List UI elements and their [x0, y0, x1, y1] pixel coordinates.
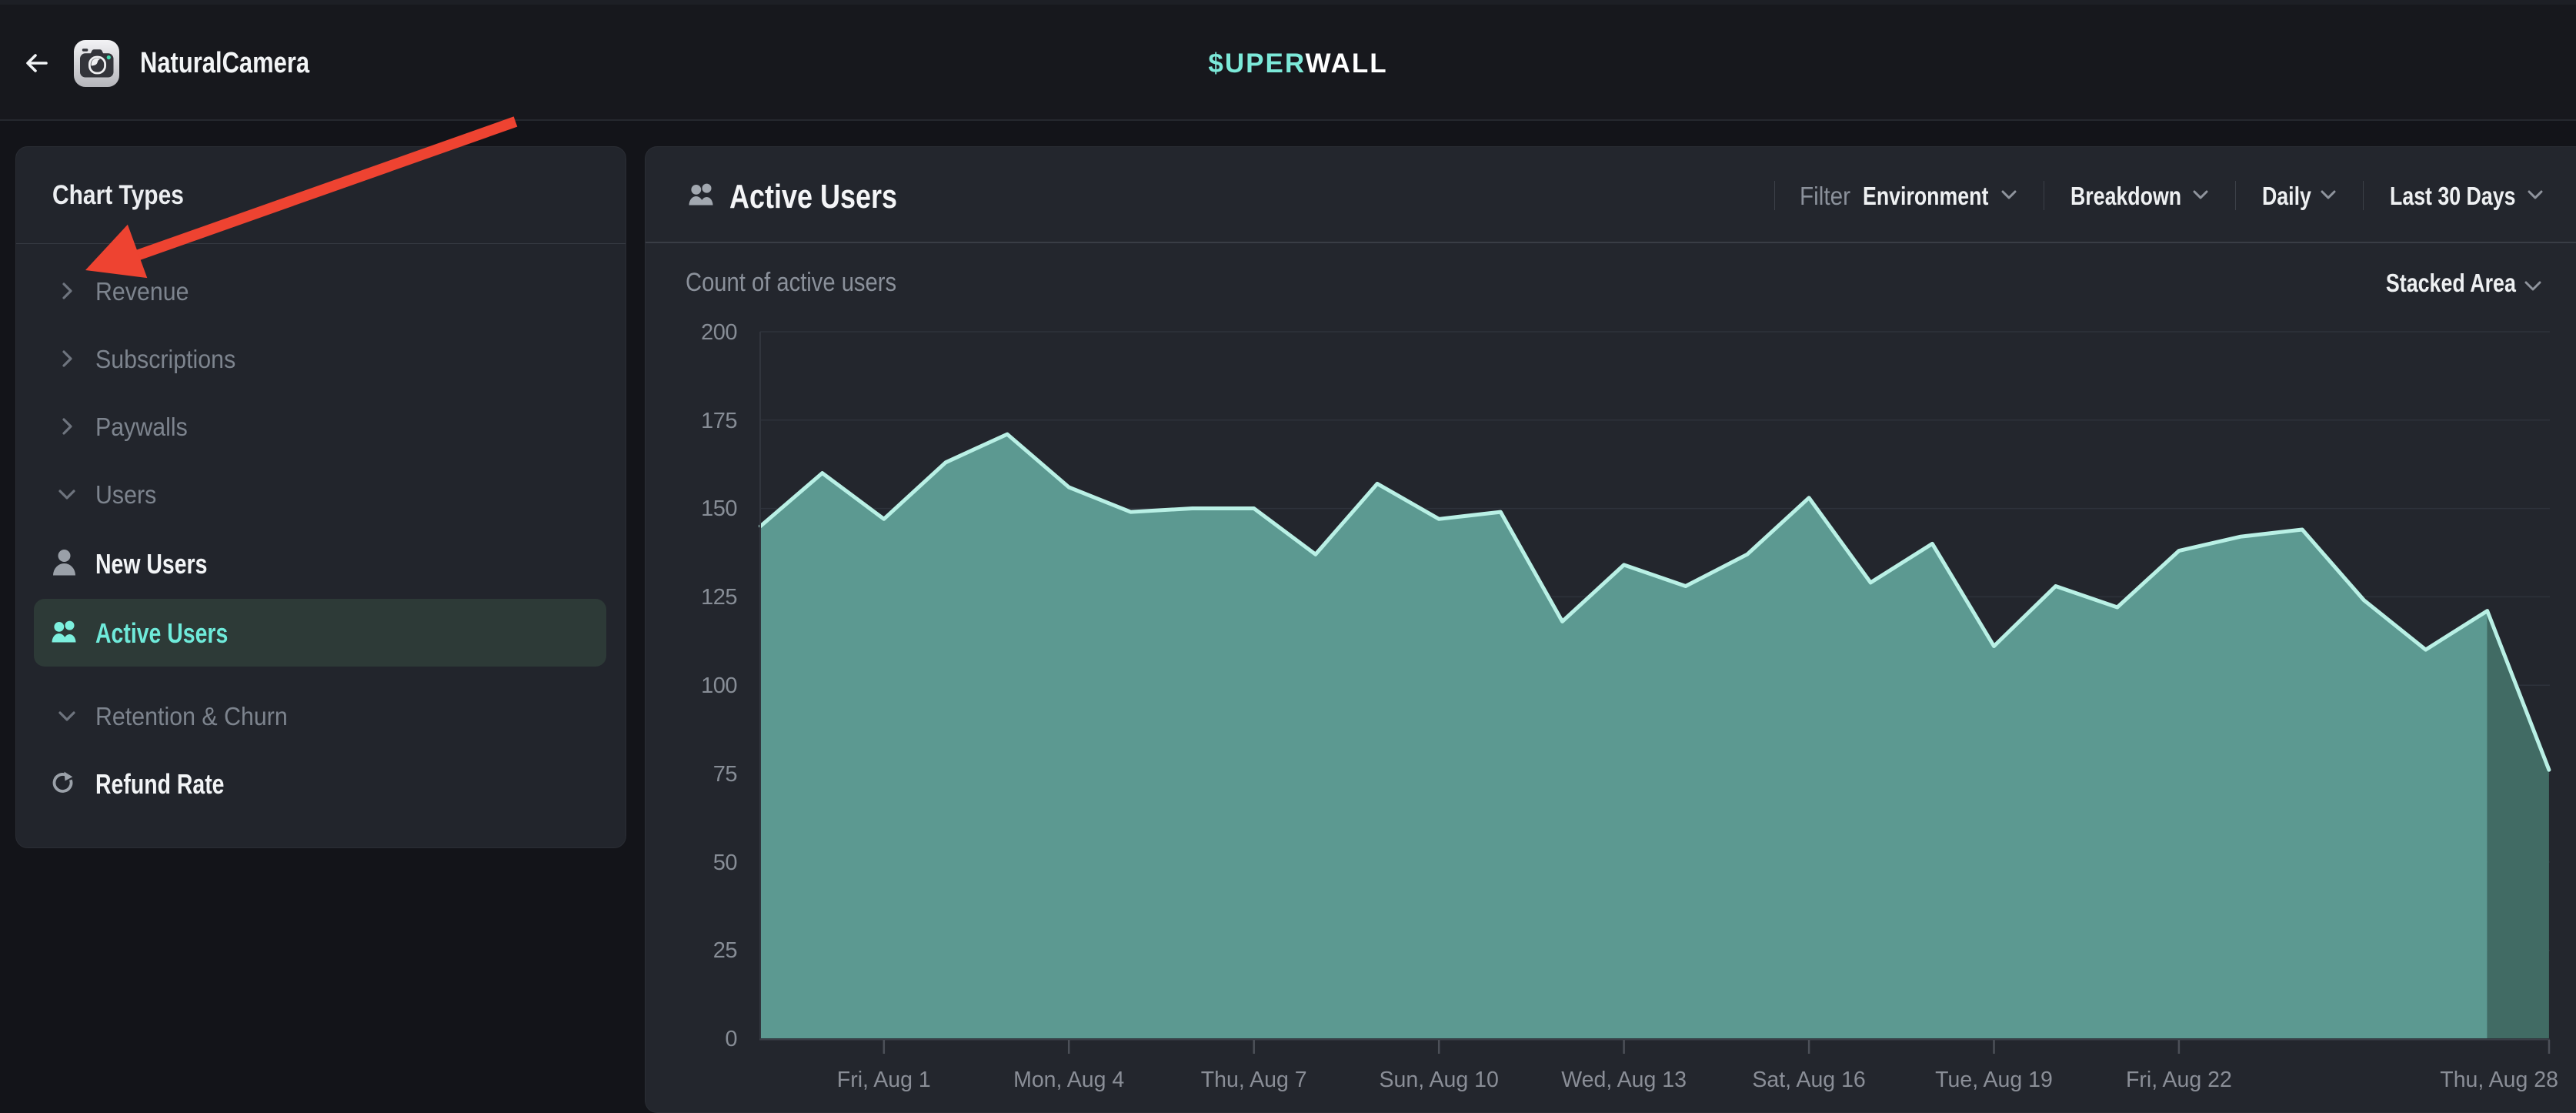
- svg-text:Fri, Aug 1: Fri, Aug 1: [837, 1068, 931, 1092]
- svg-text:Sun, Aug 10: Sun, Aug 10: [1380, 1068, 1499, 1092]
- svg-text:150: 150: [701, 496, 737, 521]
- svg-text:Tue, Aug 19: Tue, Aug 19: [1935, 1068, 2053, 1092]
- svg-text:100: 100: [701, 673, 737, 698]
- svg-text:50: 50: [713, 851, 737, 875]
- svg-text:Fri, Aug 22: Fri, Aug 22: [2126, 1068, 2232, 1092]
- svg-text:175: 175: [701, 409, 737, 433]
- svg-text:25: 25: [713, 938, 737, 963]
- svg-text:Mon, Aug 4: Mon, Aug 4: [1013, 1068, 1124, 1092]
- svg-text:0: 0: [725, 1027, 737, 1051]
- svg-text:Wed, Aug 13: Wed, Aug 13: [1561, 1068, 1687, 1092]
- svg-text:Thu, Aug 7: Thu, Aug 7: [1201, 1068, 1307, 1092]
- svg-text:200: 200: [701, 320, 737, 345]
- svg-text:125: 125: [701, 585, 737, 610]
- svg-text:75: 75: [713, 762, 737, 787]
- svg-text:Thu, Aug 28: Thu, Aug 28: [2440, 1068, 2558, 1092]
- svg-text:Sat, Aug 16: Sat, Aug 16: [1752, 1068, 1865, 1092]
